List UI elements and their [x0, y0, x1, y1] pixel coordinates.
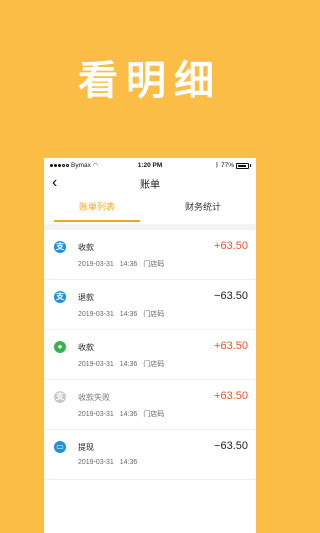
tab-bill-list[interactable]: 账单列表 [44, 196, 150, 224]
battery-percent: 77% [220, 162, 234, 169]
page-title: 账单 [140, 180, 160, 191]
transaction-row[interactable]: ▭ 提现 2019-03-31 14:36 −63.50 [44, 430, 256, 480]
transaction-row[interactable]: 支 退款 2019-03-31 14:36 门店码 −63.50 [44, 280, 256, 330]
transaction-amount: +63.50 [214, 240, 248, 252]
promo-headline: 看明细 [78, 58, 222, 104]
transaction-list: 支 收款 2019-03-31 14:36 门店码 +63.50 支 退款 20… [44, 230, 256, 480]
tab-finance-stats[interactable]: 财务统计 [150, 196, 256, 224]
nav-bar: ‹ 账单 [44, 172, 256, 196]
transaction-title: 收款失败 [78, 393, 110, 402]
transaction-amount: +63.50 [214, 390, 248, 402]
transaction-meta: 2019-03-31 14:36 门店码 [78, 411, 165, 418]
battery-icon [236, 162, 249, 169]
status-bar: Bymax ◠ 1:20 PM ᛒ 77% [44, 158, 256, 172]
transaction-row[interactable]: ● 收款 2019-03-31 14:36 门店码 +63.50 [44, 330, 256, 380]
transaction-amount: +63.50 [214, 340, 248, 352]
transaction-meta: 2019-03-31 14:36 门店码 [78, 361, 165, 368]
card-icon: ▭ [54, 441, 66, 453]
transaction-amount: −63.50 [214, 440, 248, 452]
transaction-title: 收款 [78, 343, 94, 352]
alipay-failed-icon: 支 [54, 391, 66, 403]
alipay-icon: 支 [54, 241, 66, 253]
transaction-meta: 2019-03-31 14:36 门店码 [78, 311, 165, 318]
tab-bar: 账单列表 财务统计 [44, 196, 256, 224]
transaction-meta: 2019-03-31 14:36 门店码 [78, 261, 165, 268]
transaction-title: 提现 [78, 443, 94, 452]
wechat-icon: ● [54, 341, 66, 353]
alipay-icon: 支 [54, 291, 66, 303]
transaction-title: 收款 [78, 243, 94, 252]
transaction-row[interactable]: 支 收款 2019-03-31 14:36 门店码 +63.50 [44, 230, 256, 280]
transaction-title: 退款 [78, 293, 94, 302]
transaction-amount: −63.50 [214, 290, 248, 302]
phone-screen: Bymax ◠ 1:20 PM ᛒ 77% ‹ 账单 账单列表 财务统计 支 收… [44, 158, 256, 533]
bluetooth-icon: ᛒ [215, 162, 219, 169]
transaction-row[interactable]: 支 收款失败 2019-03-31 14:36 门店码 +63.50 [44, 380, 256, 430]
transaction-meta: 2019-03-31 14:36 [78, 459, 138, 466]
